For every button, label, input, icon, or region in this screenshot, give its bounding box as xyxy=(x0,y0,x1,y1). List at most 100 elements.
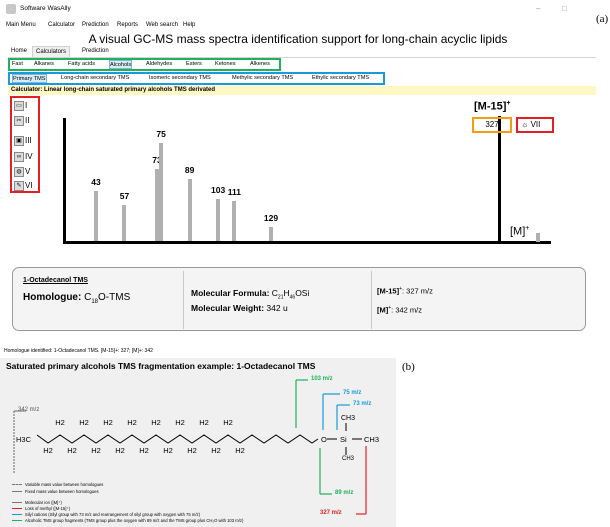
tab-esters[interactable]: Esters xyxy=(186,60,202,69)
tab-fast[interactable]: Fast xyxy=(12,60,23,69)
tool-2-label: II xyxy=(25,116,30,126)
ch2-group-10: H2 xyxy=(151,418,161,427)
legend-variable: Variable mass value between homologues xyxy=(12,482,103,487)
tab-fatty-acids[interactable]: Fatty acids xyxy=(68,60,95,69)
spectrum-peak-label-1: 43 xyxy=(91,176,101,187)
tab-ketones[interactable]: Ketones xyxy=(215,60,236,69)
menu-prediction[interactable]: Prediction xyxy=(82,20,109,30)
legend-gray-arrow xyxy=(12,502,22,504)
status-bar: Homologue identified: 1-Octadecanol TMS.… xyxy=(4,348,153,354)
tab-alkanes[interactable]: Alkanes xyxy=(34,60,54,69)
tab-methylic-secondary-tms[interactable]: Methylic secondary TMS xyxy=(232,74,293,83)
m-ion-label-sup: + xyxy=(525,225,530,232)
ch2-group-15: H2 xyxy=(211,446,221,455)
tab-alcohols[interactable]: Alcohols xyxy=(109,60,133,69)
legend-silyl-text: Silyl cations (Silyl group with 73 m/z a… xyxy=(25,512,201,517)
spectrum-peak-label-6: 103 xyxy=(210,185,226,195)
mz89-label: 89 m/z xyxy=(335,490,354,496)
menu-bar: Main Menu Calculator Prediction Reports … xyxy=(0,20,596,30)
maximize-icon[interactable]: □ xyxy=(562,0,567,18)
tab-isomeric-secondary-tms[interactable]: Isomeric secondary TMS xyxy=(149,74,211,83)
legend-molecular-ion: Molecular ion ([M]⁺) xyxy=(12,500,62,505)
ch2-group-8: H2 xyxy=(127,418,137,427)
formula-rest: OSi xyxy=(295,288,310,298)
m-line: [M]+: 342 m/z xyxy=(377,305,422,315)
spectrum-peak-label-5: 89 xyxy=(184,164,195,175)
tool-5[interactable]: ◍ V xyxy=(14,167,30,177)
silicon-atom: Si xyxy=(340,435,347,444)
legend-solid-line xyxy=(12,491,22,493)
m-line-value: : 342 m/z xyxy=(391,305,423,315)
tool-6-label: VI xyxy=(25,181,33,191)
legend-alcoholic-text: Alcoholic TMS group fragments (TMS group… xyxy=(25,518,244,523)
oxygen-atom: O xyxy=(321,435,327,444)
panel-divider-1 xyxy=(183,271,184,329)
molecular-ion-peak xyxy=(536,233,540,242)
lightbulb-icon: ☼ xyxy=(521,120,529,129)
menu-calculator[interactable]: Calculator xyxy=(48,20,75,30)
m15-line: [M-15]+: 327 m/z xyxy=(377,286,433,296)
tool-7[interactable]: ☼ VII xyxy=(516,117,554,133)
homologue-label: Homologue: xyxy=(23,292,82,303)
weight-label: Molecular Weight: xyxy=(191,303,265,313)
tool-4-label: IV xyxy=(25,152,33,162)
spectrum-peak-2 xyxy=(122,205,127,241)
ch2-group-17: H2 xyxy=(235,446,245,455)
si-ch3-bottom-text: CH3 xyxy=(342,456,355,462)
tab-calculators[interactable]: Calculators xyxy=(32,46,71,57)
legend-loss-methyl: Loss of methyl ([M-15]⁺) xyxy=(12,506,70,511)
legend-variable-text: Variable mass value between homologues xyxy=(25,482,104,487)
tool-1[interactable]: ▭ I xyxy=(14,101,27,111)
tools-panel: ▭ I ✂ II ▣ III ∞ IV ◍ V ✎ VI xyxy=(10,96,40,193)
figure-label-a: (a) xyxy=(596,13,609,25)
spectrum-peak-7 xyxy=(232,201,237,241)
spectrum-peak-label-4: 75 xyxy=(156,128,166,139)
tab-aldehydes[interactable]: Aldehydes xyxy=(146,60,172,69)
tab-long-chain-secondary-tms[interactable]: Long-chain secondary TMS xyxy=(61,74,129,83)
tool-4[interactable]: ∞ IV xyxy=(14,152,33,162)
m-ion-label-text: [M] xyxy=(510,225,526,238)
menu-web-search[interactable]: Web search xyxy=(146,20,178,30)
globe-icon: ◍ xyxy=(14,167,24,177)
fragmentation-figure: Saturated primary alcohols TMS fragmenta… xyxy=(0,358,396,527)
carbon-chain xyxy=(36,434,319,444)
tool-3-label: III xyxy=(25,136,32,146)
menu-help[interactable]: Help xyxy=(183,20,195,30)
m15-value-box[interactable]: 327 xyxy=(472,117,512,133)
ch2-group-12: H2 xyxy=(175,418,185,427)
minimize-icon[interactable]: – xyxy=(536,0,540,18)
tool-2[interactable]: ✂ II xyxy=(14,116,29,126)
figure-label-b: (b) xyxy=(402,361,415,373)
tab-prediction[interactable]: Prediction xyxy=(79,46,112,57)
ch2-group-9: H2 xyxy=(139,446,149,455)
formula-label: Molecular Formula: xyxy=(191,288,270,298)
mz327-label: 327 m/z xyxy=(320,510,342,516)
tool-3[interactable]: ▣ III xyxy=(14,136,32,146)
tab-home[interactable]: Home xyxy=(8,46,30,57)
m15-label-text: [M-15] xyxy=(474,100,507,113)
m-ion-label: [M]+ xyxy=(510,225,529,238)
ch2-group-4: H2 xyxy=(79,418,89,427)
m15-label: [M-15]+ xyxy=(474,100,510,113)
molecule-icon: ∞ xyxy=(14,152,24,162)
m-line-label: [M] xyxy=(377,305,389,315)
spectrum-peak-1 xyxy=(94,190,98,241)
ch2-group-1: H2 xyxy=(43,446,53,455)
menu-reports[interactable]: Reports xyxy=(117,20,138,30)
save-icon: ▣ xyxy=(14,136,24,146)
tool-6[interactable]: ✎ VI xyxy=(14,181,33,191)
tab-alkenes[interactable]: Alkenes xyxy=(250,60,270,69)
legend-molecular-ion-text: Molecular ion ([M]⁺) xyxy=(25,500,62,505)
mz75-label: 75 m/z xyxy=(343,390,362,396)
spectrum-peak-8 xyxy=(269,226,273,241)
spectrum-peak-4 xyxy=(159,142,164,241)
tab-primary-tms[interactable]: Primary TMS xyxy=(12,74,47,83)
mz103-label: 103 m/z xyxy=(311,376,333,382)
tool-5-label: V xyxy=(25,167,31,177)
ch2-group-13: H2 xyxy=(187,446,197,455)
scissors-icon: ✂ xyxy=(14,116,24,126)
spectrum-peak-6 xyxy=(216,199,221,241)
tab-ethylic-secondary-tms[interactable]: Ethylic secondary TMS xyxy=(312,74,369,83)
menu-main[interactable]: Main Menu xyxy=(6,20,36,30)
legend-silyl: Silyl cations (Silyl group with 73 m/z a… xyxy=(12,512,200,517)
